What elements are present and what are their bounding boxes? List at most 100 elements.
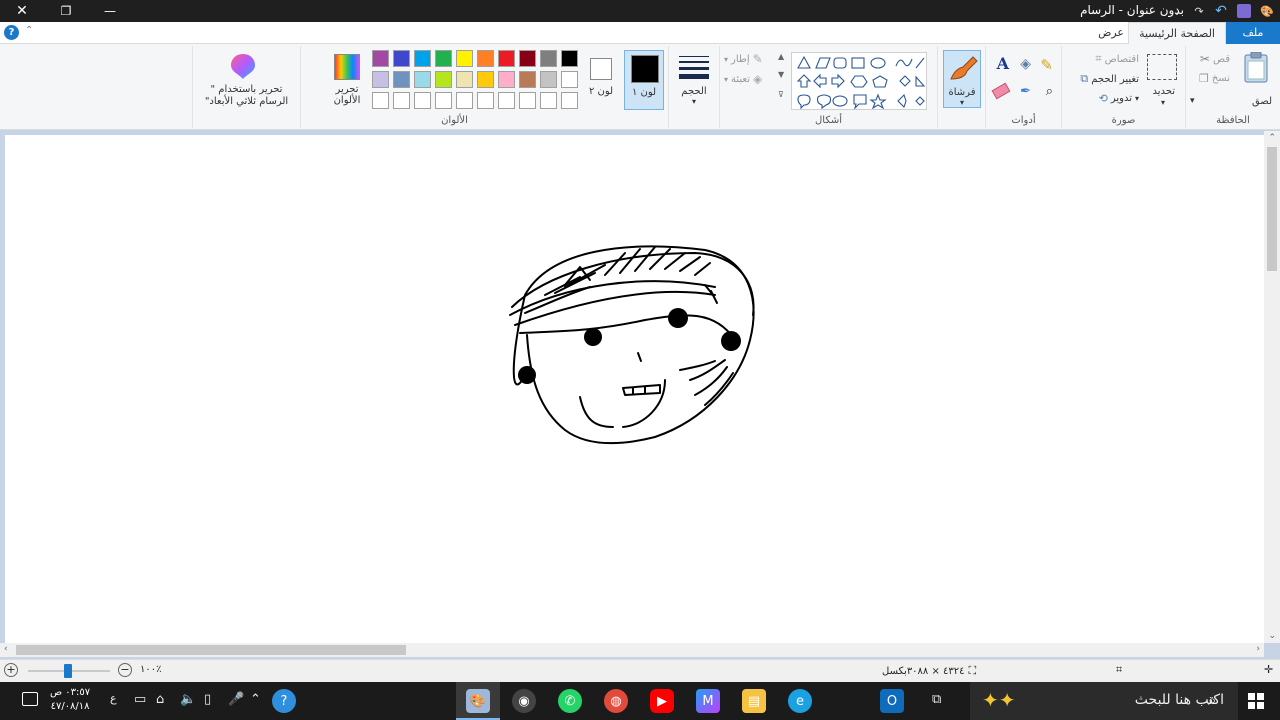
horizontal-scrollbar[interactable]: ‹ › — [0, 643, 1264, 657]
magnifier-icon[interactable]: ⌕ — [1046, 84, 1053, 99]
battery-icon[interactable]: ▯ — [204, 692, 211, 707]
tab-home[interactable]: الصفحة الرئيسية — [1128, 22, 1226, 45]
zoom-slider-thumb[interactable] — [64, 664, 72, 678]
display-icon[interactable]: ▭ — [134, 692, 146, 707]
vertical-scroll-thumb[interactable] — [1267, 147, 1277, 271]
input-language[interactable]: ع — [110, 692, 117, 705]
group-size[interactable]: الحجم ▾ — [668, 46, 719, 128]
horizontal-scroll-thumb[interactable] — [16, 645, 406, 655]
youtube-icon[interactable]: ▶ — [650, 689, 674, 713]
select-label[interactable]: تحديد — [1152, 86, 1175, 97]
copilot-sparkle-icon[interactable]: ✦✦ — [982, 688, 1016, 712]
zoom-slider[interactable] — [28, 664, 110, 678]
color2-button[interactable]: لون ٢ — [584, 50, 618, 110]
obs-icon[interactable]: ◉ — [512, 689, 536, 713]
palette-swatch[interactable] — [456, 50, 473, 67]
palette-swatch[interactable] — [519, 50, 536, 67]
qat-customize-icon[interactable]: ⌄ — [1168, 2, 1186, 20]
save-icon[interactable] — [1237, 4, 1251, 18]
edit-colors-button[interactable]: تحرير الألوان — [329, 50, 365, 110]
tab-file[interactable]: ملف — [1226, 22, 1280, 44]
rotate-button[interactable]: ⟲ تدوير ▾ — [1099, 92, 1139, 105]
taskbar-paint-active[interactable]: 🎨 — [456, 682, 500, 720]
palette-swatch[interactable] — [540, 50, 557, 67]
palette-empty-swatch[interactable] — [456, 92, 473, 109]
search-icon[interactable]: ⌕ — [1208, 691, 1216, 709]
whatsapp-icon[interactable]: ✆ — [558, 689, 582, 713]
palette-swatch[interactable] — [414, 50, 431, 67]
vertical-scrollbar[interactable]: ⌃ ⌄ — [1264, 131, 1280, 643]
palette-empty-swatch[interactable] — [561, 92, 578, 109]
palette-swatch[interactable] — [393, 71, 410, 88]
text-tool-icon[interactable]: A — [997, 54, 1009, 73]
shapes-scroll-down-icon[interactable]: ▼ — [778, 70, 784, 79]
chrome-icon[interactable]: ◍ — [604, 689, 628, 713]
palette-empty-swatch[interactable] — [414, 92, 431, 109]
palette-swatch[interactable] — [477, 50, 494, 67]
fill-bucket-icon[interactable]: ◈ — [1020, 56, 1031, 72]
paste-label[interactable]: لصق — [1252, 96, 1272, 107]
paste-dropdown-icon[interactable]: ▾ — [1190, 96, 1195, 106]
undo-icon[interactable]: ↶ — [1212, 2, 1230, 20]
clock[interactable]: ٠٣:٥٧ ص ٤٧/٠٨/١٨ — [50, 686, 90, 714]
paste-button[interactable] — [1242, 51, 1270, 84]
resize-button[interactable]: ⧉ تغيير الحجم — [1080, 72, 1139, 86]
palette-empty-swatch[interactable] — [498, 92, 515, 109]
palette-swatch[interactable] — [561, 50, 578, 67]
scroll-down-icon[interactable]: ⌄ — [1268, 631, 1276, 641]
palette-swatch[interactable] — [372, 71, 389, 88]
pencil-icon[interactable]: ✎ — [1040, 56, 1053, 74]
color-picker-icon[interactable]: ✒ — [1020, 84, 1031, 99]
palette-swatch[interactable] — [393, 50, 410, 67]
palette-swatch[interactable] — [519, 71, 536, 88]
cut-button[interactable]: ✂ قص — [1200, 52, 1230, 66]
palette-empty-swatch[interactable] — [477, 92, 494, 109]
crop-button[interactable]: ⌗ اقتصاص — [1095, 52, 1139, 66]
microphone-icon[interactable]: 🎤 — [228, 692, 244, 707]
help-app-icon[interactable]: ? — [272, 689, 296, 713]
palette-empty-swatch[interactable] — [393, 92, 410, 109]
show-hidden-icons[interactable]: ⌃ — [250, 692, 261, 707]
brushes-button[interactable]: فرشاة ▾ — [943, 50, 981, 108]
file-explorer-icon[interactable]: ▤ — [742, 689, 766, 713]
group-paint3d[interactable]: تحرير باستخدام " الرسام ثلاثي الأبعاد" — [192, 46, 300, 128]
palette-swatch[interactable] — [477, 71, 494, 88]
palette-empty-swatch[interactable] — [435, 92, 452, 109]
copy-button[interactable]: ❐ نسخ — [1199, 72, 1230, 85]
windows-start-icon[interactable] — [1248, 693, 1264, 709]
scroll-right-icon[interactable]: › — [1256, 644, 1260, 654]
shapes-more-icon[interactable]: ⊽ — [778, 90, 784, 99]
close-button[interactable]: ✕ — [0, 0, 44, 22]
redo-icon[interactable]: ↷ — [1190, 2, 1208, 20]
palette-empty-swatch[interactable] — [540, 92, 557, 109]
minimize-button[interactable]: — — [88, 0, 132, 22]
notification-icon[interactable] — [22, 692, 38, 706]
task-view-icon[interactable]: ⧉ — [932, 692, 941, 707]
collapse-ribbon-icon[interactable]: ⌃ — [25, 25, 33, 36]
palette-swatch[interactable] — [372, 50, 389, 67]
outline-button[interactable]: ▾ إطار ✎ — [724, 52, 763, 66]
palette-empty-swatch[interactable] — [372, 92, 389, 109]
palette-swatch[interactable] — [561, 71, 578, 88]
palette-empty-swatch[interactable] — [519, 92, 536, 109]
network-icon[interactable]: ⌂ — [156, 692, 164, 707]
help-icon[interactable]: ? — [4, 25, 19, 40]
select-dropdown-icon[interactable]: ▾ — [1161, 98, 1165, 107]
m365-icon[interactable]: M — [696, 689, 720, 713]
palette-swatch[interactable] — [540, 71, 557, 88]
shapes-gallery[interactable] — [791, 52, 927, 110]
volume-icon[interactable]: 🔈 — [180, 692, 196, 707]
palette-swatch[interactable] — [498, 50, 515, 67]
outlook-icon[interactable]: O — [880, 689, 904, 713]
search-box[interactable]: ✦✦ اكتب هنا للبحث — [970, 682, 1238, 720]
zoom-in-icon[interactable]: + — [4, 663, 18, 677]
scroll-up-icon[interactable]: ⌃ — [1268, 133, 1276, 143]
maximize-button[interactable]: ❐ — [44, 0, 88, 22]
palette-swatch[interactable] — [435, 50, 452, 67]
drawing-canvas[interactable] — [5, 135, 1264, 643]
scroll-left-icon[interactable]: ‹ — [4, 644, 8, 654]
zoom-out-icon[interactable]: − — [118, 663, 132, 677]
shapes-scroll-up-icon[interactable]: ▲ — [778, 52, 784, 61]
select-icon[interactable] — [1147, 54, 1177, 80]
palette-swatch[interactable] — [456, 71, 473, 88]
